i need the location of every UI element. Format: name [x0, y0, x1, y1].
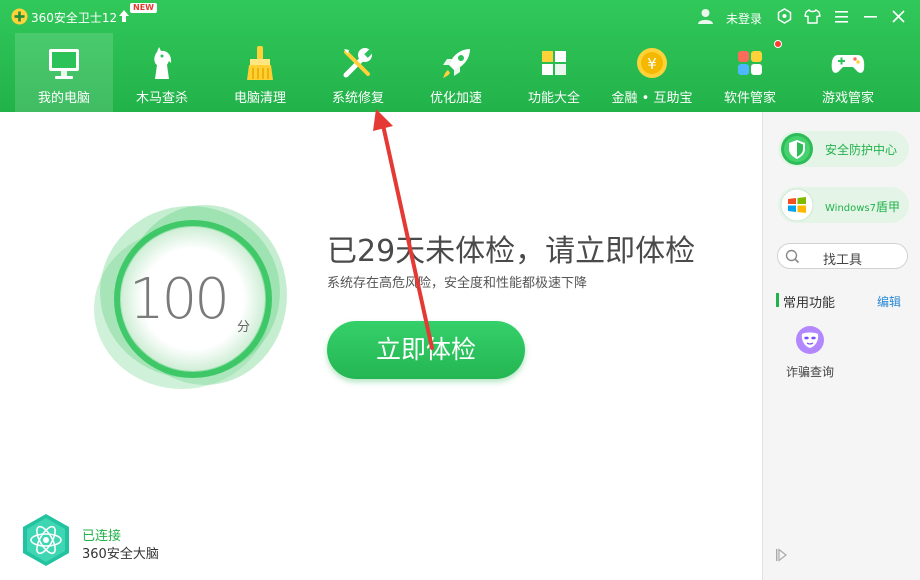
nav-my-computer[interactable]: 我的电脑	[15, 33, 113, 112]
score-unit: 分	[237, 320, 251, 335]
collapse-sidebar-icon[interactable]	[775, 548, 787, 562]
nav-label: 功能大全	[527, 91, 580, 106]
horse-icon	[154, 47, 172, 79]
coin-icon: ¥	[637, 48, 667, 78]
win7-suffix: 盾甲	[876, 200, 901, 214]
nav-pc-cleanup[interactable]: 电脑清理	[211, 33, 309, 112]
windows-logo-icon	[780, 188, 814, 222]
common-functions-title: 常用功能	[783, 296, 836, 311]
app-window: 360安全卫士12 NEW 未登录 我的电脑 木马查杀 电脑清理 系统修复 优化…	[0, 0, 920, 580]
edit-link[interactable]: 编辑	[877, 293, 901, 310]
plus-shield-logo	[11, 8, 28, 25]
app-title: 360安全卫士12	[31, 11, 118, 25]
nav-label: 电脑清理	[233, 91, 286, 106]
section-accent-bar	[776, 293, 779, 307]
main-nav: 我的电脑 木马查杀 电脑清理 系统修复 优化加速 功能大全 ¥ 金融 • 互助宝…	[15, 33, 905, 112]
shirt-icon[interactable]	[803, 7, 822, 26]
new-badge: NEW	[130, 3, 157, 13]
brain-status: 已连接	[82, 529, 122, 544]
wrench-icon	[343, 48, 373, 78]
nav-label: 我的电脑	[37, 91, 90, 106]
apps-icon	[738, 51, 762, 75]
notification-dot	[774, 40, 782, 48]
up-arrow-icon[interactable]	[118, 9, 130, 23]
header: 360安全卫士12 NEW 未登录 我的电脑 木马查杀 电脑清理 系统修复 优化…	[0, 0, 920, 112]
user-icon[interactable]	[697, 8, 714, 25]
health-score: 100	[129, 267, 230, 332]
security-center-button[interactable]: 安全防护中心	[778, 131, 909, 167]
fraud-query-label[interactable]: 诈骗查询	[786, 363, 834, 380]
close-icon[interactable]	[889, 7, 908, 26]
mask-icon[interactable]	[795, 325, 825, 355]
nav-label: 系统修复	[331, 91, 384, 106]
menu-icon[interactable]	[832, 7, 851, 26]
skin-icon[interactable]	[775, 7, 794, 26]
win7-shield-button[interactable]: Windows7盾甲	[778, 187, 909, 223]
checkup-subline: 系统存在高危风险，安全度和性能都极速下降	[327, 276, 588, 291]
rocket-icon	[443, 49, 470, 78]
nav-finance[interactable]: ¥ 金融 • 互助宝	[603, 33, 701, 112]
search-icon	[785, 249, 800, 264]
nav-game-manager[interactable]: 游戏管家	[799, 33, 897, 112]
grid-icon	[542, 51, 566, 75]
broom-icon	[247, 46, 273, 80]
nav-label: 优化加速	[429, 91, 482, 106]
checkup-headline: 已29天未体检，请立即体检	[327, 234, 696, 269]
titlebar: 360安全卫士12 NEW 未登录	[0, 0, 920, 32]
nav-trojan-scan[interactable]: 木马查杀	[113, 33, 211, 112]
nav-all-features[interactable]: 功能大全	[505, 33, 603, 112]
monitor-icon	[49, 49, 79, 79]
gamepad-icon	[831, 55, 865, 73]
search-placeholder: 找工具	[823, 253, 863, 268]
tool-search-input[interactable]: 找工具	[777, 243, 908, 269]
win7-prefix: Windows7	[825, 203, 877, 214]
security-center-label: 安全防护中心	[825, 143, 898, 157]
nav-label: 金融 • 互助宝	[611, 91, 693, 106]
win7-shield-label: Windows7盾甲	[825, 198, 900, 215]
svg-text:¥: ¥	[647, 55, 657, 73]
nav-optimize[interactable]: 优化加速	[407, 33, 505, 112]
check-now-button[interactable]: 立即体检	[327, 321, 525, 379]
nav-label: 游戏管家	[821, 91, 874, 106]
security-brain-icon[interactable]	[20, 512, 72, 568]
main-panel: 100 分 已29天未体检，请立即体检 系统存在高危风险，安全度和性能都极速下降…	[0, 112, 762, 580]
shield-icon	[781, 133, 813, 165]
right-sidebar: 安全防护中心 Windows7盾甲 找工具 常用功能 编辑 诈骗查询	[762, 112, 920, 580]
minimize-icon[interactable]	[861, 7, 880, 26]
nav-label: 木马查杀	[135, 91, 188, 106]
nav-system-repair[interactable]: 系统修复	[309, 33, 407, 112]
nav-software-manager[interactable]: 软件管家	[701, 33, 799, 112]
login-link[interactable]: 未登录	[726, 10, 762, 27]
nav-label: 软件管家	[723, 91, 776, 106]
brain-name[interactable]: 360安全大脑	[82, 543, 159, 562]
